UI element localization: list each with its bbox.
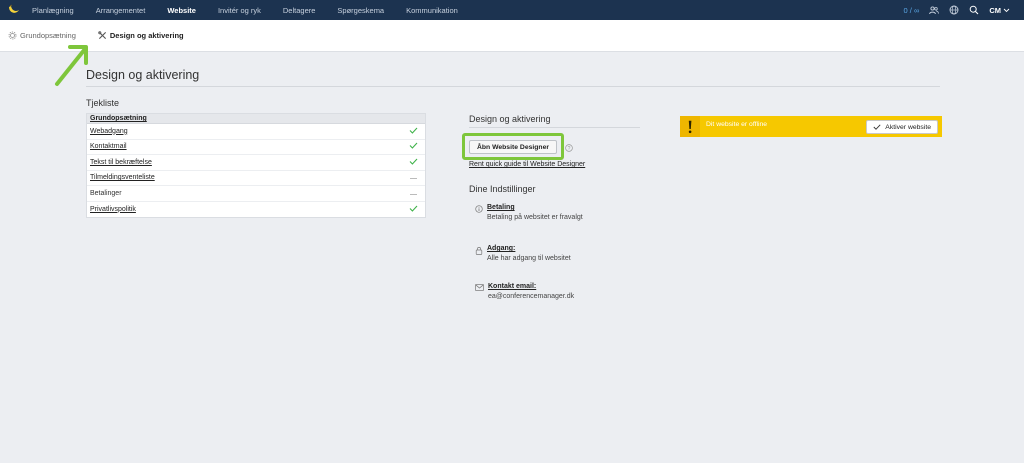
nav-website[interactable]: Website: [167, 6, 196, 15]
check-icon: [407, 127, 419, 136]
people-icon[interactable]: [929, 5, 939, 15]
checklist-item-tilmeldingsventeliste[interactable]: Tilmeldingsventeliste: [90, 174, 155, 181]
setting-kontakt-email-label[interactable]: Kontakt email:: [488, 283, 574, 290]
setting-kontakt-email-value: ea@conferencemanager.dk: [488, 293, 574, 300]
checklist-header[interactable]: Grundopsætning: [87, 114, 425, 124]
checklist-item-tekst-til-bekraeftelse[interactable]: Tekst til bekræftelse: [90, 159, 152, 166]
title-divider: [86, 86, 940, 87]
subnav-design-label: Design og aktivering: [110, 31, 184, 40]
checklist-title: Tjekliste: [86, 98, 119, 108]
design-section-title: Design og aktivering: [469, 114, 551, 124]
gear-icon: [8, 31, 17, 40]
open-website-designer-button[interactable]: Åbn Website Designer: [469, 140, 557, 154]
sub-navigation: Grundopsætning Design og aktivering: [0, 20, 1024, 52]
help-icon[interactable]: ?: [565, 144, 573, 154]
checklist-row: Privatlivspolitik: [87, 202, 425, 218]
checklist-item-kontaktmail[interactable]: Kontaktmail: [90, 143, 127, 150]
checklist-row: Tilmeldingsventeliste: [87, 171, 425, 187]
setting-betaling-value: Betaling på websitet er fravalgt: [487, 214, 583, 221]
checklist-row: Betalinger: [87, 186, 425, 202]
nav-planlaegning[interactable]: Planlægning: [32, 6, 74, 15]
dash-icon: [407, 174, 419, 181]
top-navigation: Planlægning Arrangementet Website Invité…: [0, 0, 1024, 20]
dash-icon: [407, 190, 419, 197]
setting-betaling: Betaling Betaling på websitet er fravalg…: [475, 204, 583, 221]
offline-status-banner: Dit website er offline Aktiver website: [680, 116, 942, 137]
nav-deltagere[interactable]: Deltagere: [283, 6, 316, 15]
design-section-divider: [469, 127, 640, 128]
warning-icon: [680, 116, 700, 137]
checklist-row: Kontaktmail: [87, 140, 425, 156]
page-title: Design og aktivering: [86, 68, 199, 82]
checklist-item-privatlivspolitik[interactable]: Privatlivspolitik: [90, 206, 136, 213]
setting-adgang: Adgang: Alle har adgang til websitet: [475, 245, 571, 262]
checklist-row: Webadgang: [87, 124, 425, 140]
checklist-row: Tekst til bekræftelse: [87, 155, 425, 171]
check-icon: [407, 158, 419, 167]
offline-status-text: Dit website er offline: [706, 121, 767, 128]
chevron-down-icon: [1003, 8, 1010, 13]
setting-betaling-label[interactable]: Betaling: [487, 204, 583, 211]
nav-kommunikation[interactable]: Kommunikation: [406, 6, 458, 15]
participant-counter: 0 / ∞: [904, 6, 920, 15]
nav-arrangementet[interactable]: Arrangementet: [96, 6, 146, 15]
checklist-item-betalinger: Betalinger: [90, 190, 122, 197]
user-menu[interactable]: CM: [989, 6, 1010, 15]
tools-icon: [98, 31, 107, 40]
globe-icon[interactable]: [949, 5, 959, 15]
checklist-item-webadgang[interactable]: Webadgang: [90, 128, 128, 135]
user-initials: CM: [989, 6, 1001, 15]
mail-icon: [475, 284, 484, 291]
activate-website-button[interactable]: Aktiver website: [866, 120, 938, 134]
quick-guide-link[interactable]: Rent quick guide til Website Designer: [469, 161, 585, 168]
subnav-design-og-aktivering[interactable]: Design og aktivering: [98, 31, 184, 40]
top-right-tools: 0 / ∞ CM: [904, 0, 1010, 20]
subnav-grundopsaetning-label: Grundopsætning: [20, 31, 76, 40]
search-icon[interactable]: [969, 5, 979, 15]
check-icon: [407, 205, 419, 214]
activate-website-label: Aktiver website: [885, 124, 931, 131]
info-icon: [475, 205, 483, 213]
nav-spoergeskema[interactable]: Spørgeskema: [337, 6, 384, 15]
checklist-table: Grundopsætning Webadgang Kontaktmail Tek…: [86, 113, 426, 218]
svg-text:?: ?: [568, 146, 571, 152]
settings-title: Dine Indstillinger: [469, 184, 536, 194]
check-icon: [873, 124, 881, 130]
setting-adgang-label[interactable]: Adgang:: [487, 245, 571, 252]
banana-logo-icon[interactable]: [7, 4, 20, 16]
setting-adgang-value: Alle har adgang til websitet: [487, 255, 571, 262]
subnav-grundopsaetning[interactable]: Grundopsætning: [8, 31, 76, 40]
lock-icon: [475, 246, 483, 255]
check-icon: [407, 142, 419, 151]
nav-inviter-og-ryk[interactable]: Invitér og ryk: [218, 6, 261, 15]
setting-kontakt-email: Kontakt email: ea@conferencemanager.dk: [475, 283, 574, 300]
